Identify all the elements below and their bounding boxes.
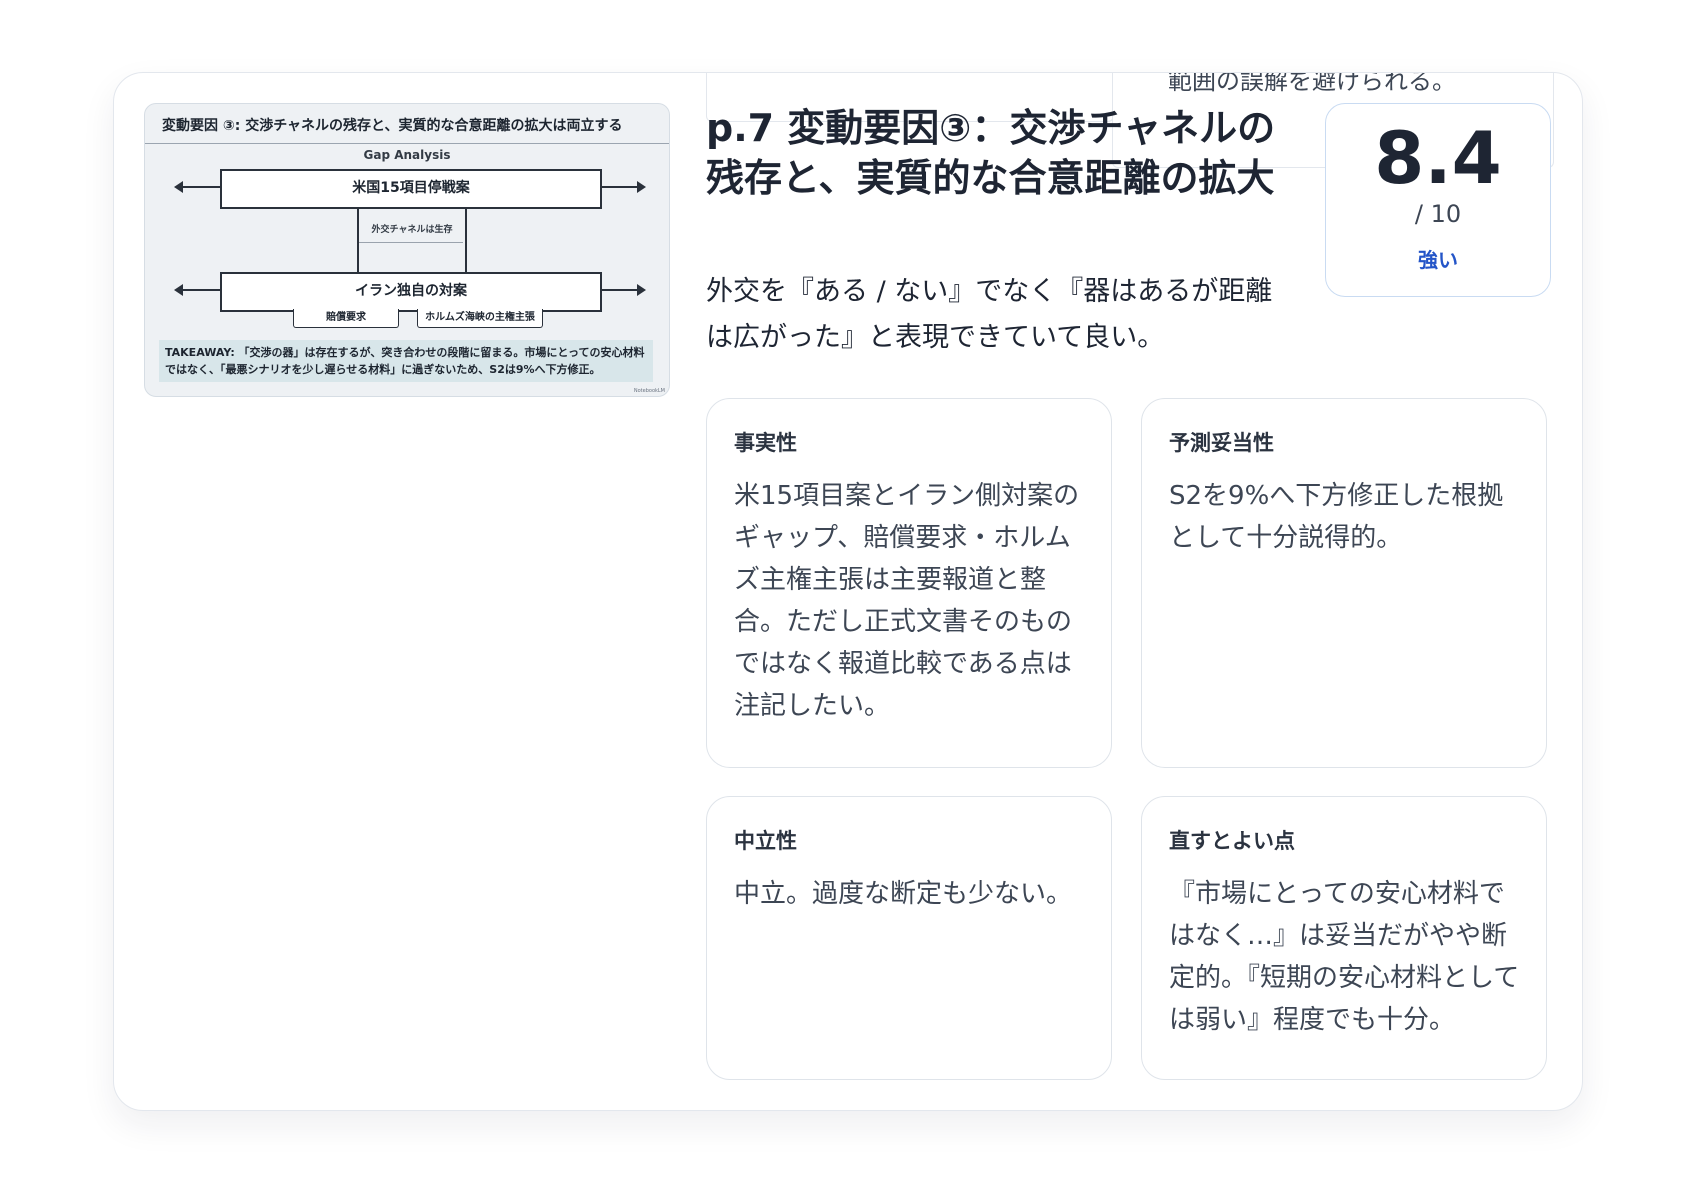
slide-title: 変動要因 ③: 交渉チャネルの残存と、実質的な合意距離の拡大は両立する <box>145 104 669 144</box>
panel-improvements: 直すとよい点 『市場にとっての安心材料ではなく…』は妥当だがやや断定的。『短期の… <box>1141 796 1547 1080</box>
arrow-right-icon <box>600 181 646 193</box>
review-title: p.7 変動要因③：交渉チャネルの残存と、実質的な合意距離の拡大 <box>706 106 1276 200</box>
slide-credit: NotebookLM <box>633 388 665 394</box>
score-max: / 10 <box>1414 200 1462 228</box>
panel-heading: 予測妥当性 <box>1169 431 1274 455</box>
panel-body: 『市場にとっての安心材料ではなく…』は妥当だがやや断定的。『短期の安心材料として… <box>1169 879 1520 1035</box>
panel-neutrality: 中立性 中立。過度な断定も少ない。 <box>706 796 1112 1080</box>
slide-bottom-bar: イラン独自の対案 <box>220 272 602 312</box>
slide-subtitle: Gap Analysis <box>363 148 451 162</box>
slide-link-label: 外交チャネルは生存 <box>371 225 453 235</box>
panel-body: 中立。過度な断定も少ない。 <box>734 879 1073 909</box>
slide-link-box <box>357 207 467 272</box>
panel-prediction-validity: 予測妥当性 S2を9%へ下方修正した根拠として十分説得的。 <box>1141 398 1547 768</box>
score-box: 8.4 / 10 強い <box>1325 103 1551 297</box>
review-summary: 外交を『ある / ない』でなく『器はあるが距離は広がった』と表現できていて良い。 <box>706 276 1273 353</box>
panel-body: S2を9%へ下方修正した根拠として十分説得的。 <box>1169 481 1504 553</box>
panel-heading: 事実性 <box>734 431 797 455</box>
review-card: 範囲の誤解を避けられる。 変動要因 ③: 交渉チャネルの残存と、実質的な合意距離… <box>113 72 1583 1111</box>
panel-heading: 中立性 <box>734 829 797 853</box>
arrow-right-icon <box>600 284 646 296</box>
background-cut-text: 範囲の誤解を避けられる。 <box>1168 72 1456 95</box>
arrow-left-icon <box>174 181 220 193</box>
panel-body: 米15項目案とイラン側対案のギャップ、賠償要求・ホルムズ主権主張は主要報道と整合… <box>734 481 1080 721</box>
slide-takeaway: TAKEAWAY: 「交渉の器」は存在するが、突き合わせの段階に留まる。市場にと… <box>159 340 653 382</box>
panel-factuality: 事実性 米15項目案とイラン側対案のギャップ、賠償要求・ホルムズ主権主張は主要報… <box>706 398 1112 768</box>
slide-link-line <box>359 242 463 243</box>
arrow-left-icon <box>174 284 220 296</box>
score-label: 強い <box>1418 248 1458 272</box>
slide-tag: 賠償要求 <box>293 309 399 328</box>
score-value: 8.4 <box>1374 116 1502 200</box>
slide-tag: ホルムズ海峡の主権主張 <box>417 309 543 328</box>
slide-top-bar: 米国15項目停戦案 <box>220 169 602 209</box>
slide-thumbnail[interactable]: 変動要因 ③: 交渉チャネルの残存と、実質的な合意距離の拡大は両立する Gap … <box>144 103 670 397</box>
panel-heading: 直すとよい点 <box>1169 829 1295 853</box>
